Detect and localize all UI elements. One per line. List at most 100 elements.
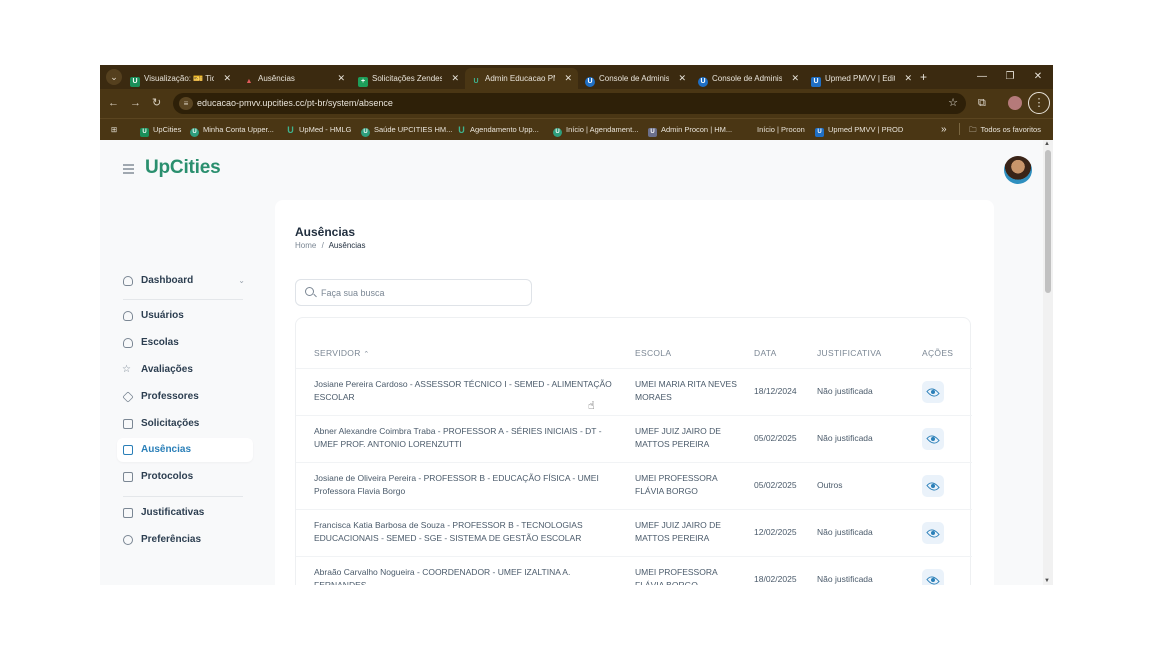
browser-window: ⌄ U Visualização: 🎫 Tick ✕ ▲ Ausências ✕ +… (100, 65, 1053, 585)
view-eye-icon[interactable] (922, 522, 944, 544)
column-header-justificativa[interactable]: JUSTIFICATIVA (817, 348, 882, 358)
sidebar-item-avaliacoes[interactable]: ☆ Avaliações (117, 358, 253, 382)
close-tab-icon[interactable]: ✕ (678, 68, 686, 89)
minimize-button[interactable]: — (970, 69, 994, 85)
column-header-servidor[interactable]: SERVIDOR ⌃ (314, 348, 370, 358)
sidebar-item-dashboard[interactable]: Dashboard ⌄ (117, 269, 253, 293)
triangle-icon: ▲ (245, 78, 253, 85)
tab-label: Admin Educacao PM (485, 74, 555, 83)
bookmark-label: Todos os favoritos (980, 125, 1041, 134)
tab-solicitacoes-zendesk[interactable]: + Solicitações Zendesk ✕ (352, 68, 465, 89)
view-eye-icon[interactable] (922, 428, 944, 450)
scroll-down-icon[interactable]: ▼ (1044, 578, 1050, 584)
sidebar-item-escolas[interactable]: Escolas (117, 331, 253, 355)
upcities-icon: U (458, 125, 465, 135)
tab-ausencias[interactable]: ▲ Ausências ✕ (238, 68, 351, 89)
close-tab-icon[interactable]: ✕ (904, 68, 912, 89)
sidebar-item-professores[interactable]: Professores (117, 385, 253, 409)
cell-servidor: Josiane Pereira Cardoso - ASSESSOR TÉCNI… (314, 379, 612, 402)
scrollbar-thumb[interactable] (1045, 150, 1051, 293)
restore-button[interactable]: ❐ (998, 69, 1022, 85)
tab-search-button[interactable]: ⌄ (106, 69, 122, 85)
bookmark-minha-conta[interactable]: U Minha Conta Upper... (190, 123, 274, 137)
graduation-icon (122, 391, 134, 403)
bookmark-saude[interactable]: U Saúde UPCITIES HM... (361, 123, 452, 137)
absences-table: SERVIDOR ⌃ ESCOLA DATA JUSTIFICATIVA AÇÕ… (295, 317, 972, 585)
view-eye-icon[interactable] (922, 569, 944, 585)
cell-servidor: Francisca Katia Barbosa de Souza - PROFE… (314, 520, 583, 543)
view-eye-icon[interactable] (922, 381, 944, 403)
column-header-escola[interactable]: ESCOLA (635, 348, 671, 358)
scroll-up-icon[interactable]: ▲ (1044, 141, 1050, 147)
reload-icon[interactable]: ↻ (152, 96, 161, 110)
close-tab-icon[interactable]: ✕ (564, 68, 572, 89)
bookmarks-divider (959, 123, 960, 135)
close-tab-icon[interactable]: ✕ (337, 68, 345, 89)
breadcrumb-separator: / (321, 241, 324, 250)
sidebar-item-usuarios[interactable]: Usuários (117, 304, 253, 328)
cell-escola: UMEF JUIZ JAIRO DE MATTOS PEREIRA (635, 426, 721, 449)
all-bookmarks-folder[interactable]: 🗀 Todos os favoritos (969, 123, 1041, 137)
cell-justificativa: Não justificada (817, 527, 873, 537)
bookmark-star-icon[interactable]: ☆ (948, 96, 958, 109)
upcities-icon: U (361, 128, 370, 137)
sidebar-item-protocolos[interactable]: Protocolos (117, 465, 253, 489)
close-tab-icon[interactable]: ✕ (451, 68, 459, 89)
back-icon[interactable]: ← (108, 96, 119, 110)
cell-justificativa: Não justificada (817, 433, 873, 443)
app-logo[interactable]: UpCities (145, 157, 221, 179)
page-scrollbar[interactable]: ▲ ▼ (1043, 140, 1053, 585)
bookmark-upmed-hmlg[interactable]: U UpMed - HMLG (286, 123, 352, 137)
tab-label: Upmed PMVV | Edita (825, 74, 895, 83)
chevron-down-icon: ⌄ (238, 276, 245, 285)
view-eye-icon[interactable] (922, 475, 944, 497)
breadcrumb-current: Ausências (328, 241, 366, 250)
menu-toggle-icon[interactable] (123, 164, 134, 174)
browser-menu-icon[interactable]: ⋮ (1028, 92, 1050, 114)
forward-icon[interactable]: → (130, 96, 141, 110)
sidebar-item-justificativas[interactable]: Justificativas (117, 501, 253, 525)
bookmark-upmed-prod[interactable]: U Upmed PMVV | PROD (815, 123, 903, 137)
sidebar-item-ausencias[interactable]: Ausências (117, 438, 253, 462)
bookmark-agendamento[interactable]: U Agendamento Upp... (457, 123, 539, 137)
tab-console-admin-1[interactable]: U Console de Administ ✕ (579, 68, 692, 89)
breadcrumb-home[interactable]: Home (295, 241, 316, 250)
tab-visualizacao[interactable]: U Visualização: 🎫 Tick ✕ (124, 68, 237, 89)
sidebar-item-solicitacoes[interactable]: Solicitações (117, 412, 253, 436)
cell-escola: UMEI PROFESSORA FLÁVIA BORGO (635, 473, 718, 496)
cell-data: 05/02/2025 (754, 433, 797, 443)
tab-console-admin-2[interactable]: U Console de Administ ✕ (692, 68, 805, 89)
bookmarks-bar: ⊞ U UpCities U Minha Conta Upper... U UpMed… (100, 118, 1053, 140)
upcities-icon: U (585, 77, 595, 87)
sidebar-item-label: Justificativas (141, 507, 205, 518)
cell-data: 05/02/2025 (754, 480, 797, 490)
address-bar[interactable]: ≡ educacao-pmvv.upcities.cc/pt-br/system… (173, 93, 966, 114)
bookmark-label: Saúde UPCITIES HM... (374, 125, 453, 134)
sidebar-item-preferencias[interactable]: Preferências (117, 528, 253, 552)
cell-servidor: Josiane de Oliveira Pereira - PROFESSOR … (314, 473, 599, 496)
bookmark-admin-procon[interactable]: U Admin Procon | HM... (648, 123, 732, 137)
search-input[interactable]: Faça sua busca (295, 279, 532, 306)
close-tab-icon[interactable]: ✕ (791, 68, 799, 89)
profile-avatar[interactable] (1008, 96, 1022, 110)
tab-admin-educacao[interactable]: U Admin Educacao PM ✕ (465, 68, 578, 89)
bookmarks-overflow-button[interactable]: » (941, 123, 947, 137)
column-header-data[interactable]: DATA (754, 348, 777, 358)
bookmark-upcities[interactable]: U UpCities (140, 123, 181, 137)
sheets-icon: + (358, 77, 368, 87)
bookmark-inicio-procon[interactable]: Início | Procon (757, 123, 805, 137)
apps-grid-icon[interactable]: ⊞ (111, 123, 117, 137)
new-tab-button[interactable]: + (920, 68, 927, 86)
url-text[interactable]: educacao-pmvv.upcities.cc/pt-br/system/a… (197, 97, 393, 110)
table-row: Abner Alexandre Coimbra Traba - PROFESSO… (296, 415, 972, 462)
tab-upmed[interactable]: U Upmed PMVV | Edita ✕ (805, 68, 918, 89)
site-info-icon[interactable]: ≡ (179, 97, 193, 110)
bookmark-label: Admin Procon | HM... (661, 125, 733, 134)
bookmark-label: UpMed - HMLG (299, 125, 352, 134)
extensions-icon[interactable]: ⧉ (978, 96, 986, 110)
bookmark-inicio-agendamento[interactable]: U Início | Agendament... (553, 123, 638, 137)
search-placeholder: Faça sua busca (321, 288, 385, 298)
close-tab-icon[interactable]: ✕ (223, 68, 231, 89)
user-avatar[interactable] (1004, 156, 1032, 184)
close-window-button[interactable]: ✕ (1026, 69, 1050, 85)
